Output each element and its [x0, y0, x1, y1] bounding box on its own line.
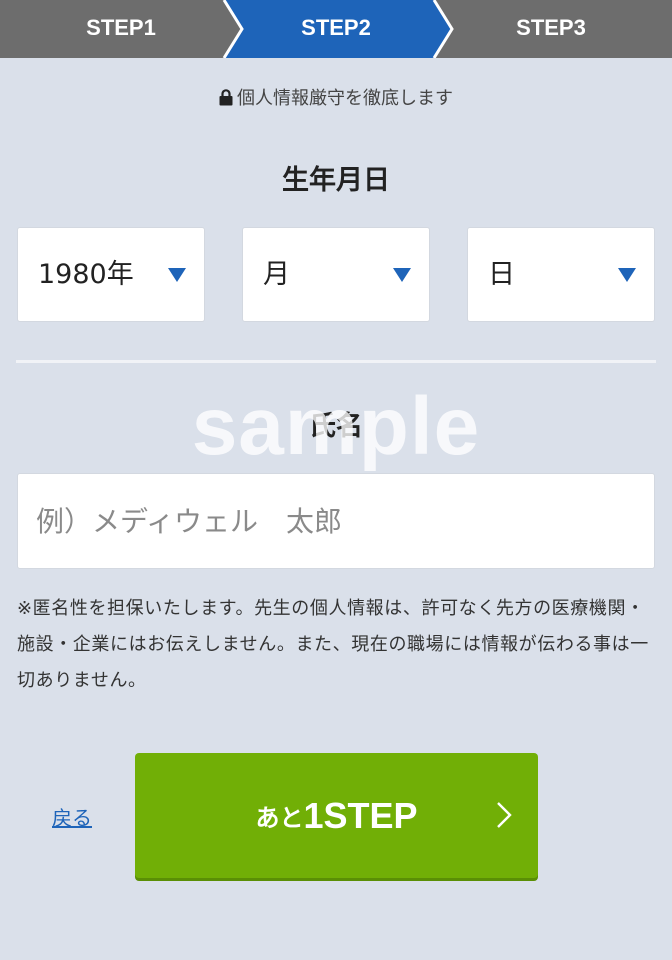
caret-down-icon: [168, 268, 186, 282]
caret-down-icon: [393, 268, 411, 282]
privacy-note: ※匿名性を担保いたします。先生の個人情報は、許可なく先方の医療機関・施設・企業に…: [17, 598, 649, 691]
step1-label: STEP1: [86, 15, 156, 40]
back-link[interactable]: 戻る: [52, 802, 92, 831]
next-step-prefix: あと: [255, 804, 304, 832]
birth-month-value: 月: [263, 259, 290, 290]
birth-day-value: 日: [488, 259, 515, 290]
section-divider: [16, 360, 656, 363]
name-title: 氏名: [309, 411, 363, 442]
next-step-label: あと1STEP: [135, 753, 538, 885]
caret-down-icon: [618, 268, 636, 282]
next-step-main: 1STEP: [303, 795, 418, 836]
step2-label: STEP2: [301, 15, 371, 40]
security-note: 個人情報厳守を徹底します: [0, 84, 672, 114]
chevron-right-icon: [497, 802, 512, 828]
step3-label: STEP3: [516, 15, 586, 40]
birthdate-title: 生年月日: [282, 165, 390, 196]
name-input[interactable]: [17, 473, 655, 569]
next-step-button[interactable]: あと1STEP: [135, 753, 538, 878]
birth-month-select[interactable]: 月: [242, 227, 430, 322]
step-progress-bar: STEP1 STEP2 STEP3: [0, 0, 672, 58]
birth-day-select[interactable]: 日: [467, 227, 655, 322]
birth-year-value: 1980年: [38, 259, 134, 290]
security-note-text: 個人情報厳守を徹底します: [237, 88, 453, 109]
lock-icon: [219, 89, 233, 106]
birth-year-select[interactable]: 1980年: [17, 227, 205, 322]
